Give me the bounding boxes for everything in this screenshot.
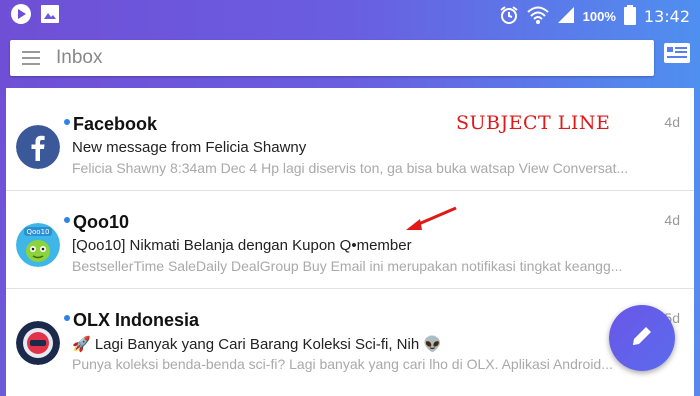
play-icon xyxy=(10,3,32,30)
list-view-icon xyxy=(663,41,691,70)
clock: 13:42 xyxy=(643,6,690,26)
unread-dot xyxy=(64,217,70,224)
list-item[interactable]: OLX Indonesia 🚀 Lagi Banyak yang Cari Ba… xyxy=(6,290,694,387)
sender-name: OLX Indonesia xyxy=(64,310,199,331)
signal-icon xyxy=(557,6,575,27)
annotation-arrow xyxy=(406,206,457,230)
toolbar: Inbox xyxy=(0,32,700,88)
subject-line-annotation: SUBJECT LINE xyxy=(456,112,611,134)
qoo10-logo-icon: Qoo10 xyxy=(16,223,60,267)
gallery-icon xyxy=(40,4,60,29)
frame-right-edge xyxy=(694,88,700,396)
message-age: 4d xyxy=(664,212,680,228)
alarm-icon xyxy=(499,5,519,28)
svg-text:Qoo10: Qoo10 xyxy=(27,228,50,236)
facebook-logo-icon xyxy=(16,125,60,169)
subject-line: 🚀 Lagi Banyak yang Cari Barang Koleksi S… xyxy=(72,336,443,353)
sender-name: Qoo10 xyxy=(64,212,129,233)
search-placeholder: Inbox xyxy=(56,47,103,68)
search-input[interactable]: Inbox xyxy=(10,40,654,76)
unread-dot xyxy=(64,119,70,126)
battery-percentage: 100% xyxy=(582,8,616,24)
list-item[interactable]: Facebook New message from Felicia Shawny… xyxy=(6,94,694,191)
message-snippet: BestsellerTime SaleDaily DealGroup Buy E… xyxy=(72,258,623,274)
sender-name: Facebook xyxy=(64,114,157,135)
subject-line: New message from Felicia Shawny xyxy=(72,139,307,156)
battery-icon xyxy=(623,4,636,28)
wifi-icon xyxy=(526,5,549,28)
message-snippet: Punya koleksi benda-benda sci-fi? Lagi b… xyxy=(72,356,613,372)
message-age: 4d xyxy=(664,114,680,130)
compose-button[interactable] xyxy=(609,305,675,371)
olx-logo-icon xyxy=(16,321,60,365)
status-bar: 100% 13:42 xyxy=(0,0,700,32)
menu-icon[interactable] xyxy=(22,51,40,65)
pencil-icon xyxy=(629,323,655,354)
subject-line: [Qoo10] Nikmati Belanja dengan Kupon Q•m… xyxy=(72,237,412,254)
message-list: Facebook New message from Felicia Shawny… xyxy=(6,88,694,396)
list-item[interactable]: Qoo10 Qoo10 [Qoo10] Nikmati Belanja deng… xyxy=(6,192,694,289)
unread-dot xyxy=(64,315,70,322)
view-toggle-button[interactable] xyxy=(662,42,692,68)
message-snippet: Felicia Shawny 8:34am Dec 4 Hp lagi dise… xyxy=(72,160,629,176)
